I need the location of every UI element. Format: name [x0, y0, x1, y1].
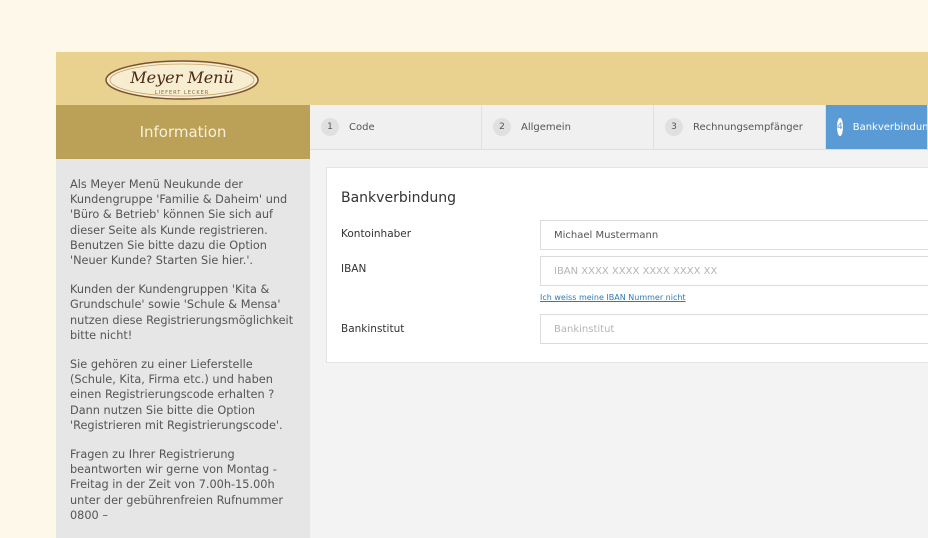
step-label: Allgemein [521, 121, 571, 133]
iban-unknown-link[interactable]: Ich weiss meine IBAN Nummer nicht [540, 293, 686, 302]
sidebar-title: Information [56, 105, 310, 159]
step-label: Rechnungsempfänger [693, 121, 803, 133]
form-title: Bankverbindung [341, 190, 456, 206]
iban-label: IBAN [341, 263, 367, 275]
meyer-menue-logo[interactable]: Meyer Menü LIEFERT LECKER [104, 59, 260, 101]
kontoinhaber-input[interactable]: Michael Mustermann [540, 220, 928, 250]
step-bankverbindung[interactable]: 4 Bankverbindung [826, 105, 928, 149]
step-number: 4 [837, 118, 843, 136]
iban-input[interactable]: IBAN XXXX XXXX XXXX XXXX XX [540, 256, 928, 286]
kontoinhaber-label: Kontoinhaber [341, 228, 412, 240]
logo-brand: Meyer Menü [129, 68, 234, 87]
step-allgemein[interactable]: 2 Allgemein [482, 105, 654, 149]
main-content: 1 Code 2 Allgemein 3 Rechnungsempfänger … [310, 105, 928, 538]
info-paragraph: Sie gehören zu einer Lieferstelle (Schul… [70, 358, 283, 432]
bankinstitut-label: Bankinstitut [341, 323, 405, 335]
bank-form-card: Bankverbindung Kontoinhaber Michael Must… [326, 167, 928, 363]
logo-tagline: LIEFERT LECKER [155, 90, 210, 96]
step-number: 1 [321, 118, 339, 136]
info-sidebar: Als Meyer Menü Neukunde der Kundengruppe… [56, 159, 310, 538]
step-code[interactable]: 1 Code [310, 105, 482, 149]
bankinstitut-input[interactable]: Bankinstitut [540, 314, 928, 344]
step-label: Code [349, 121, 375, 133]
info-paragraph: Kunden der Kundengruppen 'Kita & Grundsc… [70, 283, 294, 342]
step-number: 2 [493, 118, 511, 136]
info-paragraph: Als Meyer Menü Neukunde der Kundengruppe… [70, 178, 288, 268]
wizard-steps: 1 Code 2 Allgemein 3 Rechnungsempfänger … [310, 105, 928, 150]
site-header: Meyer Menü LIEFERT LECKER [56, 52, 928, 105]
step-number: 3 [665, 118, 683, 136]
info-paragraph: Fragen zu Ihrer Registrierung beantworte… [70, 448, 283, 522]
step-label: Bankverbindung [852, 121, 928, 133]
step-rechnungsempfaenger[interactable]: 3 Rechnungsempfänger [654, 105, 826, 149]
